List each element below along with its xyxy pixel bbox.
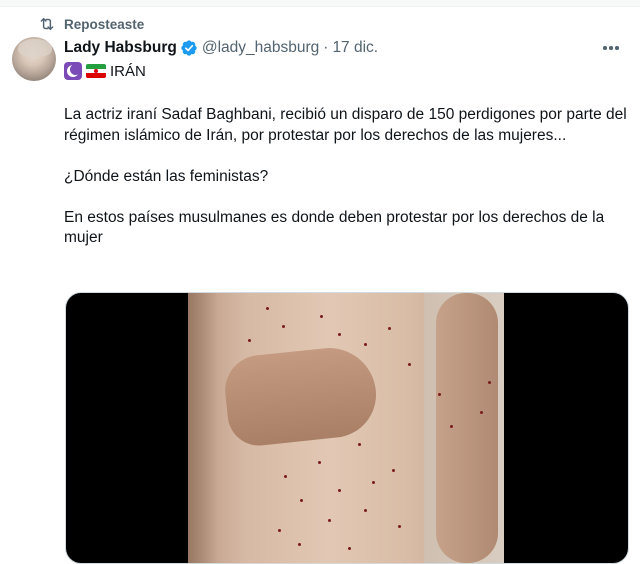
repost-label: Reposteaste [64, 16, 145, 32]
previous-post-edge [0, 0, 640, 7]
post-header: Lady Habsburg @lady_habsburg · 17 dic. [64, 38, 378, 58]
author-display-name[interactable]: Lady Habsburg [64, 39, 177, 57]
tweet-body[interactable]: La actriz iraní Sadaf Baghbani, recibió … [64, 105, 630, 269]
more-options-button[interactable] [600, 38, 622, 58]
avatar[interactable] [12, 37, 56, 81]
crescent-badge-icon [64, 62, 82, 80]
more-options-icon [603, 46, 607, 50]
post-media[interactable] [65, 292, 629, 564]
tweet-paragraph: En estos países musulmanes es donde debe… [64, 208, 605, 247]
bio-text: IRÁN [110, 62, 146, 80]
post-photo[interactable] [188, 293, 504, 563]
tweet-paragraph: ¿Dónde están las feministas? [64, 167, 269, 185]
verified-badge-icon[interactable] [180, 39, 198, 57]
repost-icon [40, 18, 54, 30]
author-bio-line: IRÁN [64, 61, 146, 81]
repost-indicator[interactable]: Reposteaste [38, 15, 144, 33]
author-handle[interactable]: @lady_habsburg [202, 39, 319, 57]
post-date[interactable]: 17 dic. [332, 39, 378, 57]
iran-flag-icon [86, 64, 106, 78]
separator-dot: · [323, 39, 329, 56]
tweet-paragraph: La actriz iraní Sadaf Baghbani, recibió … [64, 106, 627, 144]
